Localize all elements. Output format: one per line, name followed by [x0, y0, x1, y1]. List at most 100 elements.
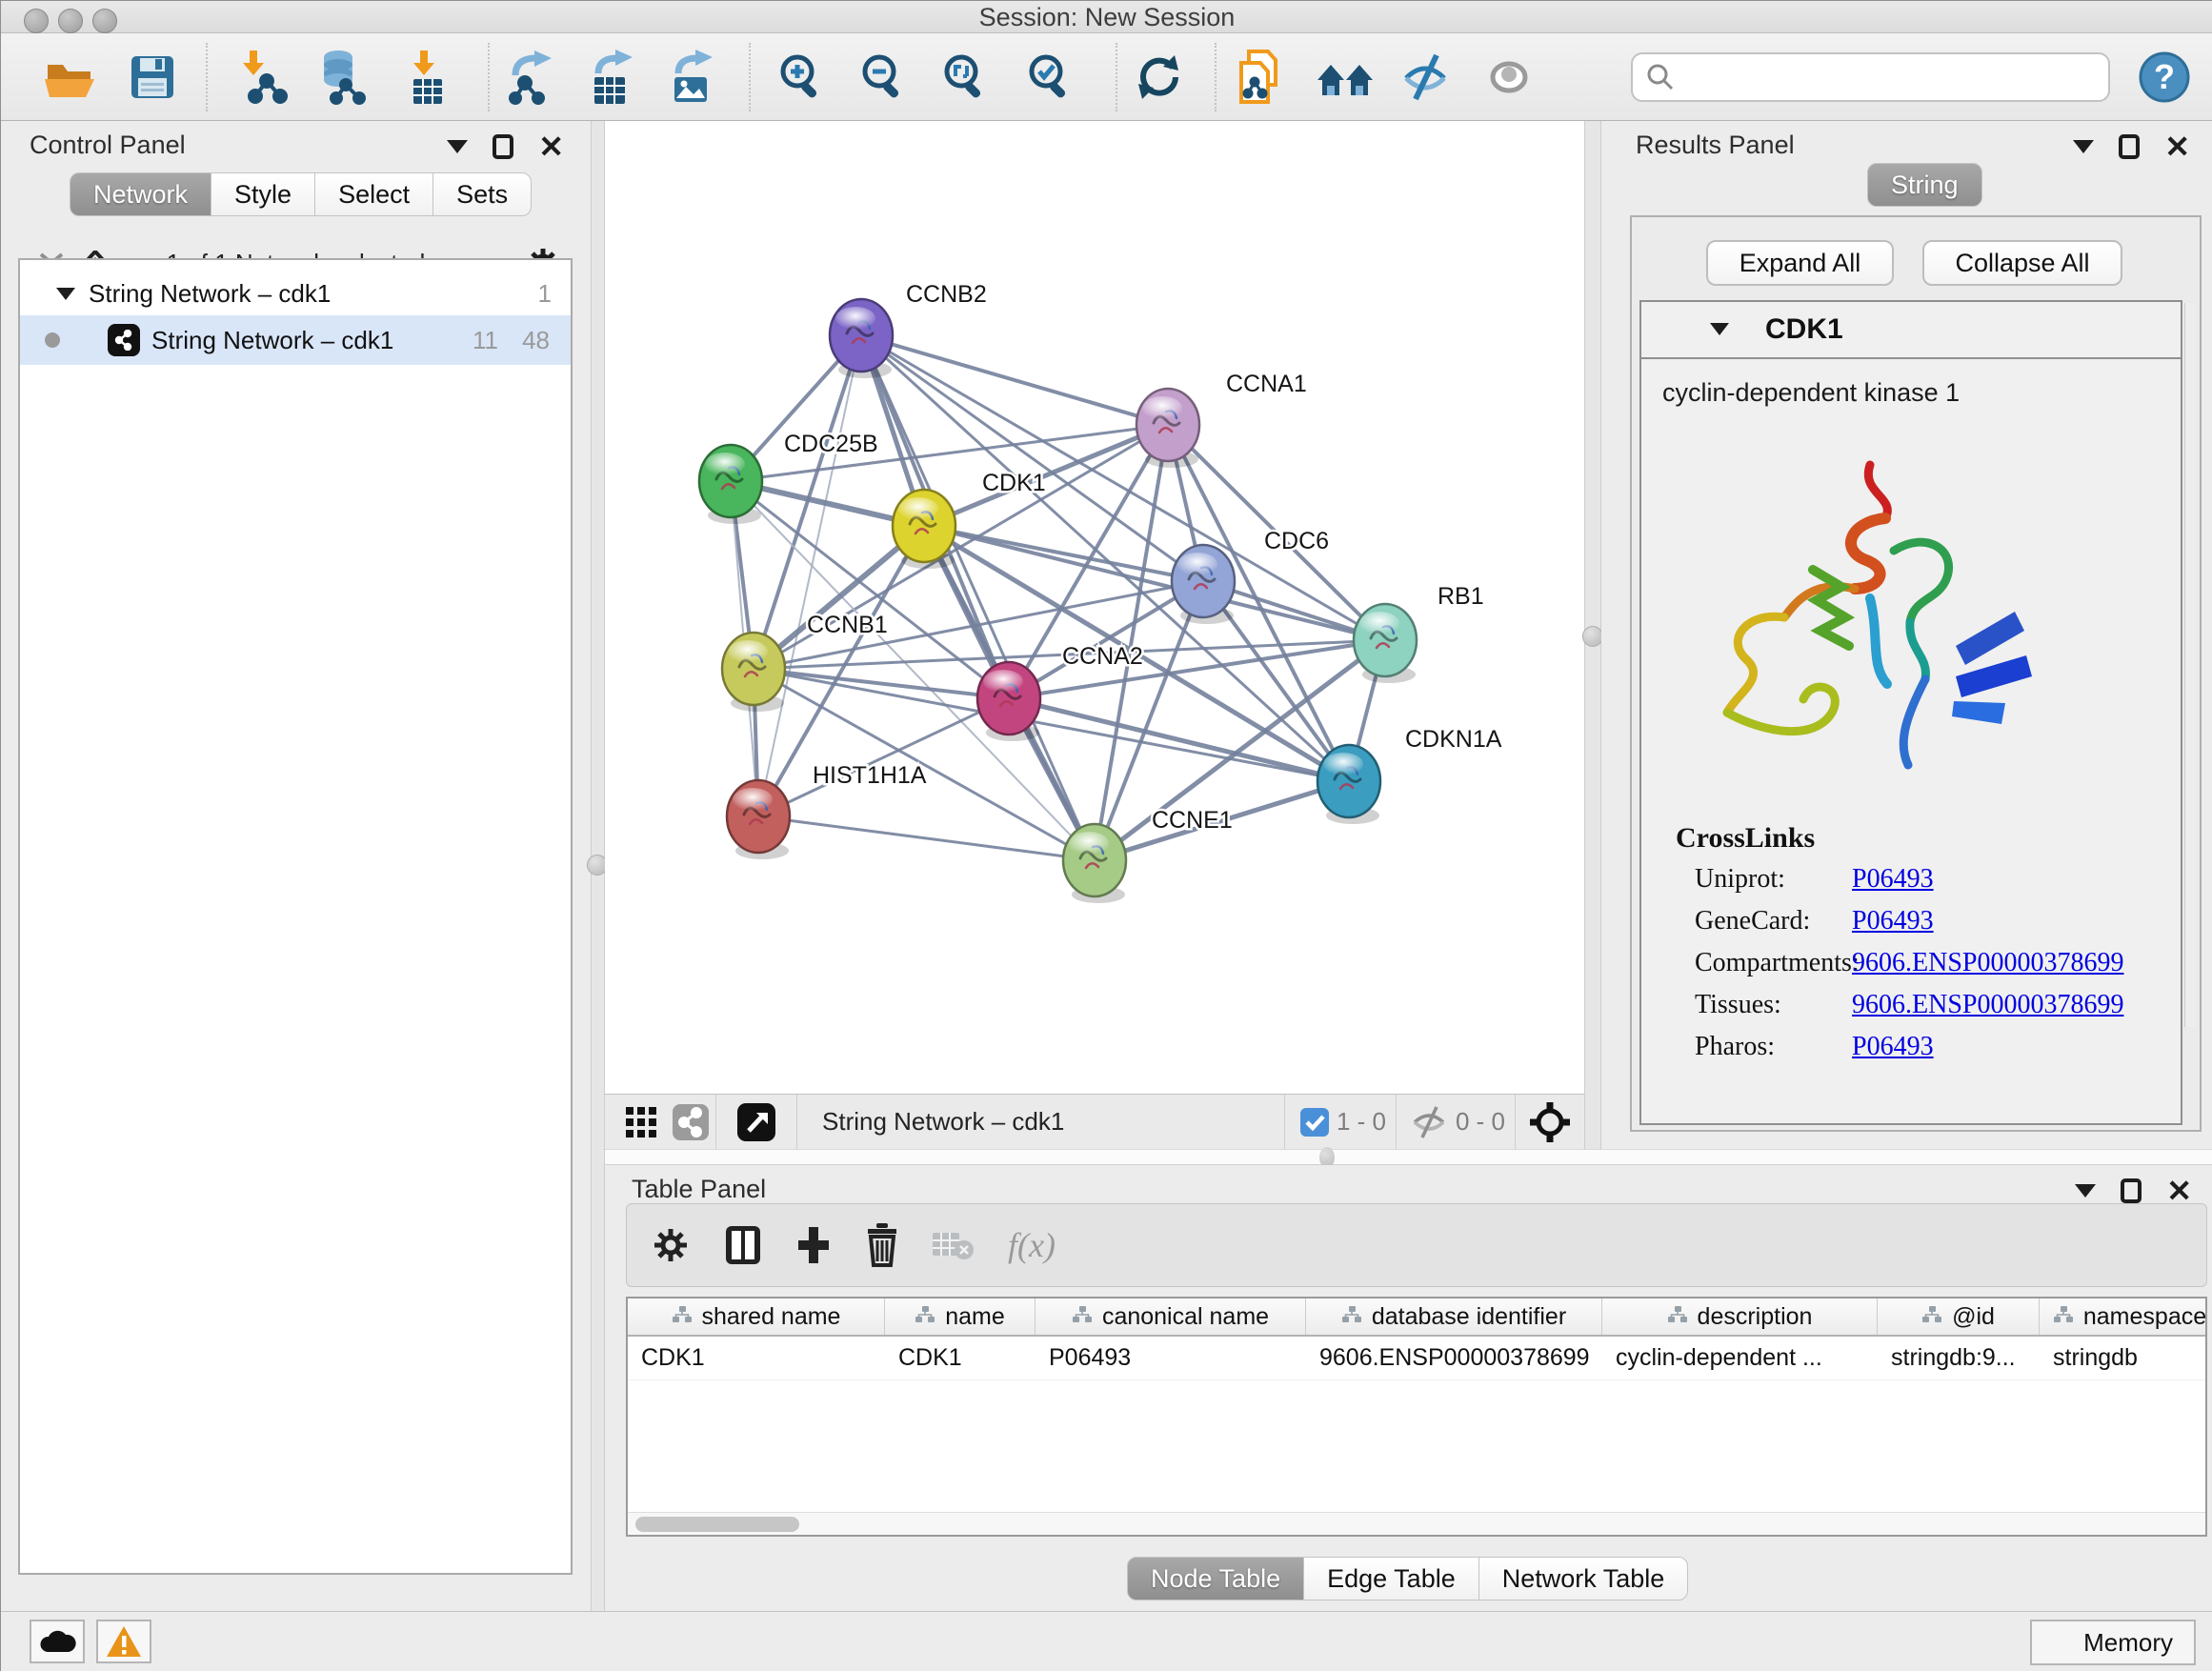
column-header-canonical-name[interactable]: canonical name — [1036, 1299, 1306, 1335]
float-panel-icon[interactable] — [2119, 134, 2140, 159]
panel-menu-icon[interactable] — [2073, 140, 2094, 153]
zoom-in-button[interactable] — [772, 47, 831, 108]
edge-CCNB2-CCNA1[interactable] — [861, 335, 1168, 425]
cell-shared-name[interactable]: CDK1 — [628, 1337, 885, 1379]
collapse-all-button[interactable]: Collapse All — [1922, 240, 2122, 286]
crosslink-link[interactable]: P06493 — [1852, 864, 1934, 894]
home-button[interactable] — [1316, 47, 1375, 108]
column-header-database-identifier[interactable]: database identifier — [1306, 1299, 1602, 1335]
node-table[interactable]: shared namenamecanonical namedatabase id… — [626, 1297, 2207, 1537]
export-table-button[interactable] — [581, 47, 640, 108]
expand-all-button[interactable]: Expand All — [1706, 240, 1894, 286]
collapse-triangle-icon[interactable] — [1710, 323, 1729, 335]
import-table-from-file-button[interactable] — [398, 47, 457, 108]
import-network-from-file-button[interactable] — [232, 47, 292, 108]
float-panel-icon[interactable] — [493, 134, 513, 159]
annotation-mode-button[interactable] — [716, 1103, 796, 1141]
column-header--id[interactable]: @id — [1878, 1299, 2040, 1335]
crosslink-link[interactable]: P06493 — [1852, 906, 1934, 936]
cloud-status-button[interactable] — [30, 1620, 85, 1663]
cell-description[interactable]: cyclin-dependent ... — [1602, 1337, 1878, 1379]
birdseye-grid-button[interactable] — [616, 1106, 666, 1138]
node-CCNA2[interactable] — [977, 662, 1040, 741]
column-header-name[interactable]: name — [885, 1299, 1036, 1335]
horizontal-splitter[interactable] — [605, 1149, 2212, 1165]
node-CDC6[interactable] — [1172, 545, 1235, 624]
tab-network-table[interactable]: Network Table — [1478, 1557, 1689, 1601]
edge-CCNA2-HIST1H1A[interactable] — [758, 698, 1009, 816]
edge-CCNE1-HIST1H1A[interactable] — [758, 816, 1095, 860]
clone-network-button[interactable] — [1232, 47, 1291, 108]
memory-button[interactable]: Memory — [2030, 1620, 2196, 1665]
network-view-mode-button[interactable] — [666, 1104, 715, 1140]
tab-network[interactable]: Network — [70, 172, 211, 216]
network-row-selected[interactable]: String Network – cdk1 11 48 — [20, 315, 571, 365]
column-header-shared-name[interactable]: shared name — [628, 1299, 885, 1335]
network-graph[interactable]: CCNB2CCNA1CDC25BCDK1CDC6RB1CCNB1CCNA2CDK… — [605, 121, 1584, 1094]
crosslink-link[interactable]: P06493 — [1852, 1032, 1934, 1061]
splitter-grabber[interactable] — [1582, 626, 1603, 647]
cell-database-identifier[interactable]: 9606.ENSP00000378699 — [1306, 1337, 1602, 1379]
zoom-selected-button[interactable] — [1020, 47, 1079, 108]
cell--id[interactable]: stringdb:9... — [1878, 1337, 2040, 1379]
create-column-plus-icon[interactable] — [794, 1224, 833, 1266]
network-collection-row[interactable]: String Network – cdk1 1 — [20, 272, 571, 315]
crosslink-link[interactable]: 9606.ENSP00000378699 — [1852, 990, 2123, 1019]
scrollbar-thumb[interactable] — [635, 1517, 799, 1532]
open-session-button[interactable] — [39, 47, 98, 108]
results-scrollbar[interactable] — [2184, 303, 2196, 1027]
close-panel-icon[interactable]: ✕ — [538, 134, 564, 159]
node-CCNB2[interactable] — [830, 299, 893, 378]
export-network-button[interactable] — [500, 47, 559, 108]
table-horizontal-scrollbar[interactable] — [628, 1512, 2205, 1535]
column-header-namespace[interactable]: namespace — [2040, 1299, 2212, 1335]
float-panel-icon[interactable] — [2121, 1178, 2142, 1203]
column-header-description[interactable]: description — [1602, 1299, 1878, 1335]
close-panel-icon[interactable]: ✕ — [2164, 134, 2190, 159]
right-splitter[interactable] — [1584, 121, 1601, 1149]
cell-canonical-name[interactable]: P06493 — [1036, 1337, 1306, 1379]
show-graphics-details-button[interactable] — [1479, 47, 1538, 108]
delete-column-trash-icon[interactable] — [865, 1223, 899, 1267]
warnings-button[interactable] — [96, 1620, 151, 1663]
node-HIST1H1A[interactable] — [727, 780, 790, 859]
close-panel-icon[interactable]: ✕ — [2166, 1178, 2192, 1203]
node-CCNB1[interactable] — [722, 633, 785, 712]
node-CDKN1A[interactable] — [1317, 745, 1380, 824]
table-row[interactable]: CDK1CDK1P064939606.ENSP00000378699cyclin… — [628, 1337, 2205, 1380]
edge-CCNB2-HIST1H1A[interactable] — [758, 335, 861, 816]
export-image-button[interactable] — [661, 47, 720, 108]
panel-menu-icon[interactable] — [447, 140, 468, 153]
tab-string[interactable]: String — [1867, 163, 1982, 207]
birdseye-toggle-icon[interactable] — [1529, 1101, 1571, 1143]
help-button[interactable]: ? — [2135, 47, 2194, 108]
search-input[interactable] — [1677, 63, 2086, 92]
tab-select[interactable]: Select — [314, 172, 433, 216]
crosslink-link[interactable]: 9606.ENSP00000378699 — [1852, 948, 2123, 977]
collapse-triangle-icon[interactable] — [56, 288, 75, 300]
node-CDK1[interactable] — [893, 490, 955, 569]
search-box[interactable] — [1631, 52, 2110, 102]
selected-checkbox-icon[interactable] — [1300, 1108, 1329, 1137]
show-columns-icon[interactable] — [724, 1224, 762, 1266]
zoom-fit-button[interactable] — [935, 47, 995, 108]
cell-name[interactable]: CDK1 — [885, 1337, 1036, 1379]
tab-sets[interactable]: Sets — [432, 172, 532, 216]
node-CCNA1[interactable] — [1136, 389, 1199, 468]
node-RB1[interactable] — [1354, 604, 1417, 683]
gene-header-row[interactable]: CDK1 — [1641, 302, 2181, 359]
left-splitter[interactable] — [591, 121, 605, 1611]
node-CDC25B[interactable] — [699, 445, 762, 524]
tab-edge-table[interactable]: Edge Table — [1303, 1557, 1479, 1601]
panel-menu-icon[interactable] — [2075, 1184, 2096, 1198]
apply-layout-button[interactable] — [1129, 47, 1188, 108]
hide-graphics-details-button[interactable] — [1397, 47, 1456, 108]
network-view-canvas[interactable]: CCNB2CCNA1CDC25BCDK1CDC6RB1CCNB1CCNA2CDK… — [605, 121, 1584, 1094]
save-session-button[interactable] — [123, 47, 182, 108]
tab-node-table[interactable]: Node Table — [1127, 1557, 1304, 1601]
zoom-out-button[interactable] — [854, 47, 913, 108]
tab-style[interactable]: Style — [211, 172, 315, 216]
table-options-gear-icon[interactable] — [650, 1224, 692, 1266]
import-network-from-database-button[interactable] — [311, 47, 370, 108]
node-CCNE1[interactable] — [1063, 824, 1126, 903]
